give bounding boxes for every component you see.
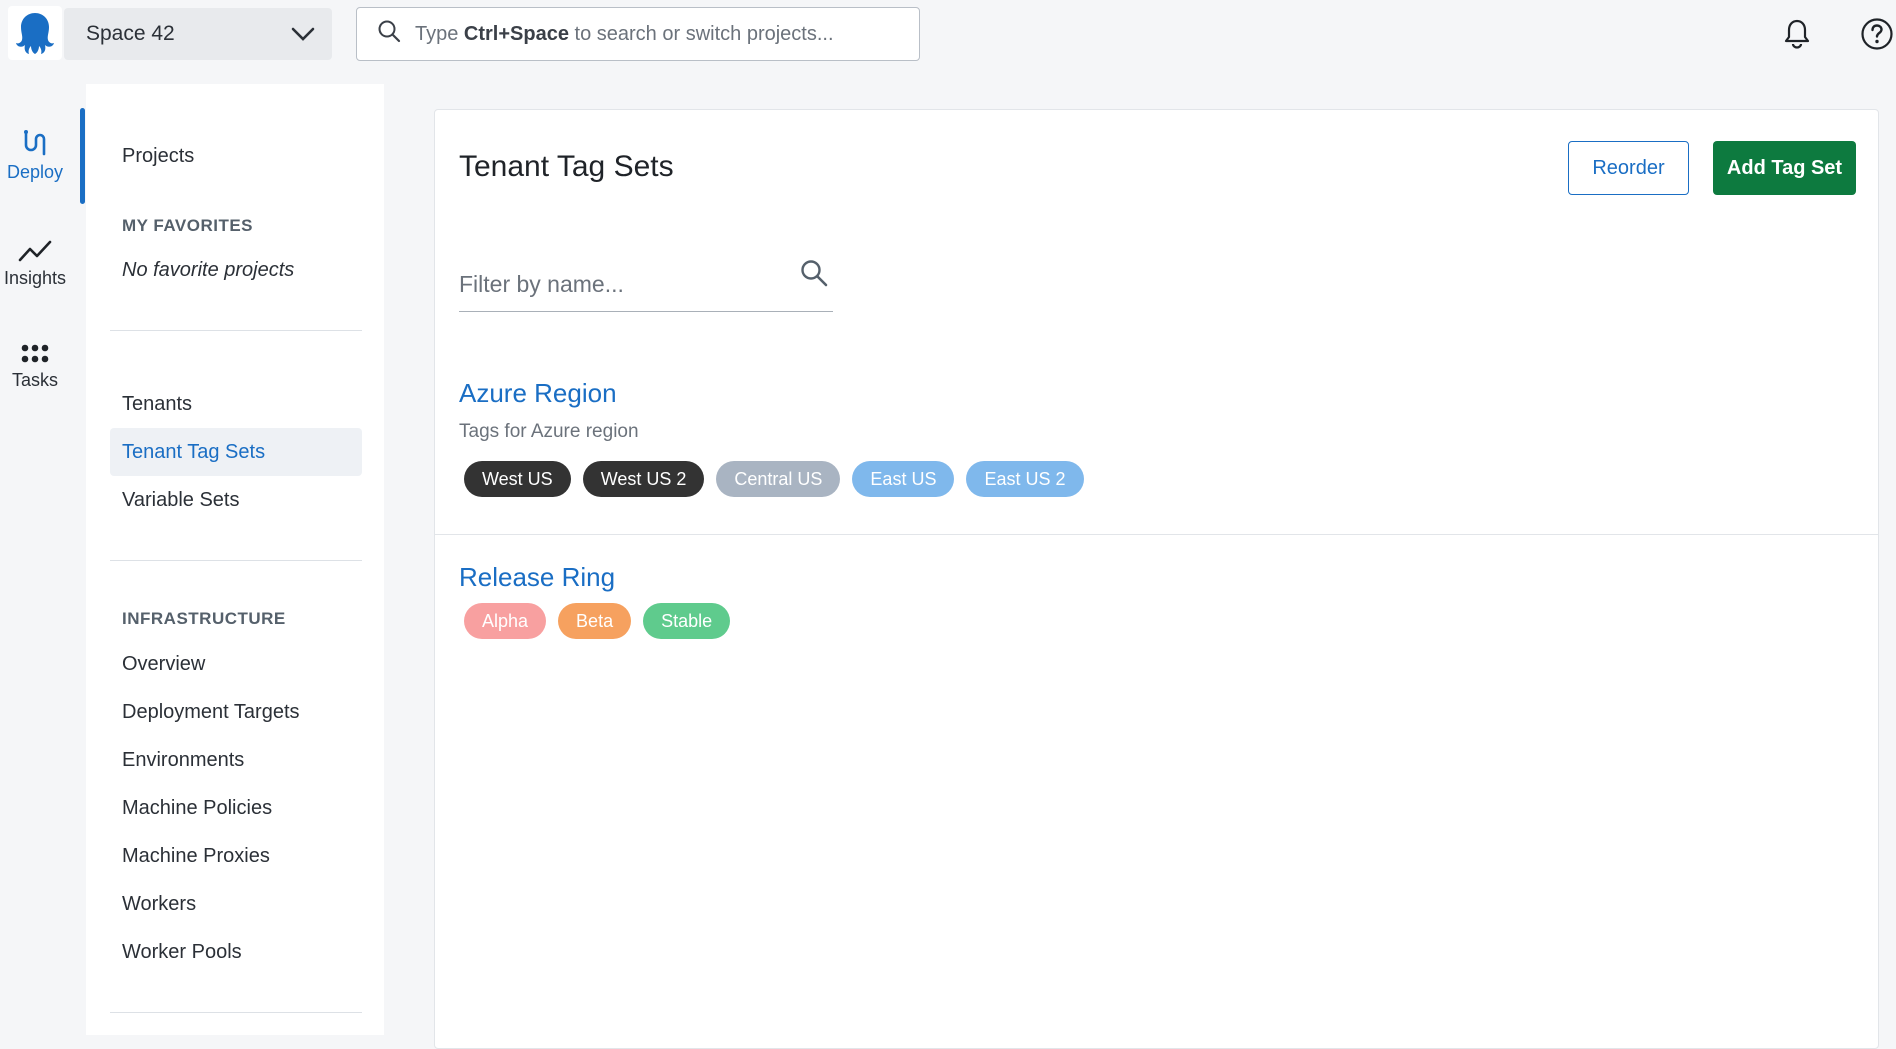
reorder-button[interactable]: Reorder xyxy=(1568,141,1689,195)
chevron-down-icon xyxy=(290,22,316,52)
nav-item-environments[interactable]: Environments xyxy=(110,736,362,784)
nav-divider xyxy=(110,1012,362,1013)
nav-divider xyxy=(110,330,362,331)
nav-section-favorites: MY FAVORITES xyxy=(122,216,254,235)
add-tag-set-button[interactable]: Add Tag Set xyxy=(1713,141,1856,195)
rail-label: Deploy xyxy=(6,162,64,182)
tag-list: West US West US 2 Central US East US Eas… xyxy=(459,461,1084,497)
page-title: Tenant Tag Sets xyxy=(459,150,674,183)
nav-item-projects[interactable]: Projects xyxy=(110,132,362,180)
tag-list: Alpha Beta Stable xyxy=(459,603,731,639)
nav-item-tenant-tag-sets[interactable]: Tenant Tag Sets xyxy=(110,428,362,476)
help-icon[interactable] xyxy=(1860,17,1894,56)
global-search-input[interactable]: Type Ctrl+Space to search or switch proj… xyxy=(356,7,920,61)
rail-item-deploy[interactable]: Deploy xyxy=(0,128,70,183)
nav-item-worker-pools[interactable]: Worker Pools xyxy=(110,928,362,976)
space-selector[interactable]: Space 42 xyxy=(64,8,332,60)
nav-section-infrastructure: INFRASTRUCTURE xyxy=(122,609,286,628)
tag-chip: East US 2 xyxy=(966,461,1084,497)
tag-set-description: Tags for Azure region xyxy=(459,421,639,442)
trend-icon xyxy=(18,240,52,262)
tag-set-name-link[interactable]: Release Ring xyxy=(459,562,615,593)
tag-set-item: Release Ring Alpha Beta Stable xyxy=(459,562,731,639)
nav-item-machine-policies[interactable]: Machine Policies xyxy=(110,784,362,832)
app-rail: Deploy Insights Tasks xyxy=(0,84,85,1035)
nav-divider xyxy=(110,560,362,561)
rail-label: Insights xyxy=(3,268,67,288)
filter-field xyxy=(459,252,833,312)
filter-input[interactable] xyxy=(459,262,789,306)
nav-item-tenants[interactable]: Tenants xyxy=(110,380,362,428)
side-navigation: Projects MY FAVORITES No favorite projec… xyxy=(86,84,384,1035)
nav-item-variable-sets[interactable]: Variable Sets xyxy=(110,476,362,524)
tag-chip: Stable xyxy=(643,603,731,639)
deploy-icon xyxy=(24,130,46,156)
row-divider xyxy=(435,534,1878,535)
tag-chip: Alpha xyxy=(464,603,547,639)
tag-set-item: Azure Region Tags for Azure region West … xyxy=(459,378,1084,497)
tag-chip: West US 2 xyxy=(582,461,705,497)
nav-item-workers[interactable]: Workers xyxy=(110,880,362,928)
bell-icon[interactable] xyxy=(1783,18,1811,55)
search-icon xyxy=(377,19,401,49)
search-icon[interactable] xyxy=(799,258,829,293)
search-placeholder: Type Ctrl+Space to search or switch proj… xyxy=(415,22,834,45)
dots-grid-icon xyxy=(21,344,49,363)
top-bar: Space 42 Type Ctrl+Space to search or sw… xyxy=(0,0,1896,84)
tag-chip: Beta xyxy=(558,603,632,639)
tag-set-name-link[interactable]: Azure Region xyxy=(459,378,617,409)
favorites-empty-text: No favorite projects xyxy=(122,259,295,281)
octopus-logo[interactable] xyxy=(8,6,62,60)
rail-item-insights[interactable]: Insights xyxy=(0,234,70,289)
octopus-logo-icon xyxy=(16,13,54,54)
nav-item-deployment-targets[interactable]: Deployment Targets xyxy=(110,688,362,736)
rail-item-tasks[interactable]: Tasks xyxy=(0,342,70,391)
space-name: Space 42 xyxy=(86,22,175,45)
tag-chip: East US xyxy=(852,461,955,497)
rail-active-indicator xyxy=(80,108,85,204)
tag-chip: Central US xyxy=(716,461,841,497)
nav-item-overview[interactable]: Overview xyxy=(110,640,362,688)
tag-sets-card: Tenant Tag Sets Reorder Add Tag Set Azur… xyxy=(434,109,1879,1049)
rail-label: Tasks xyxy=(11,370,58,390)
tag-chip: West US xyxy=(464,461,571,497)
nav-item-machine-proxies[interactable]: Machine Proxies xyxy=(110,832,362,880)
